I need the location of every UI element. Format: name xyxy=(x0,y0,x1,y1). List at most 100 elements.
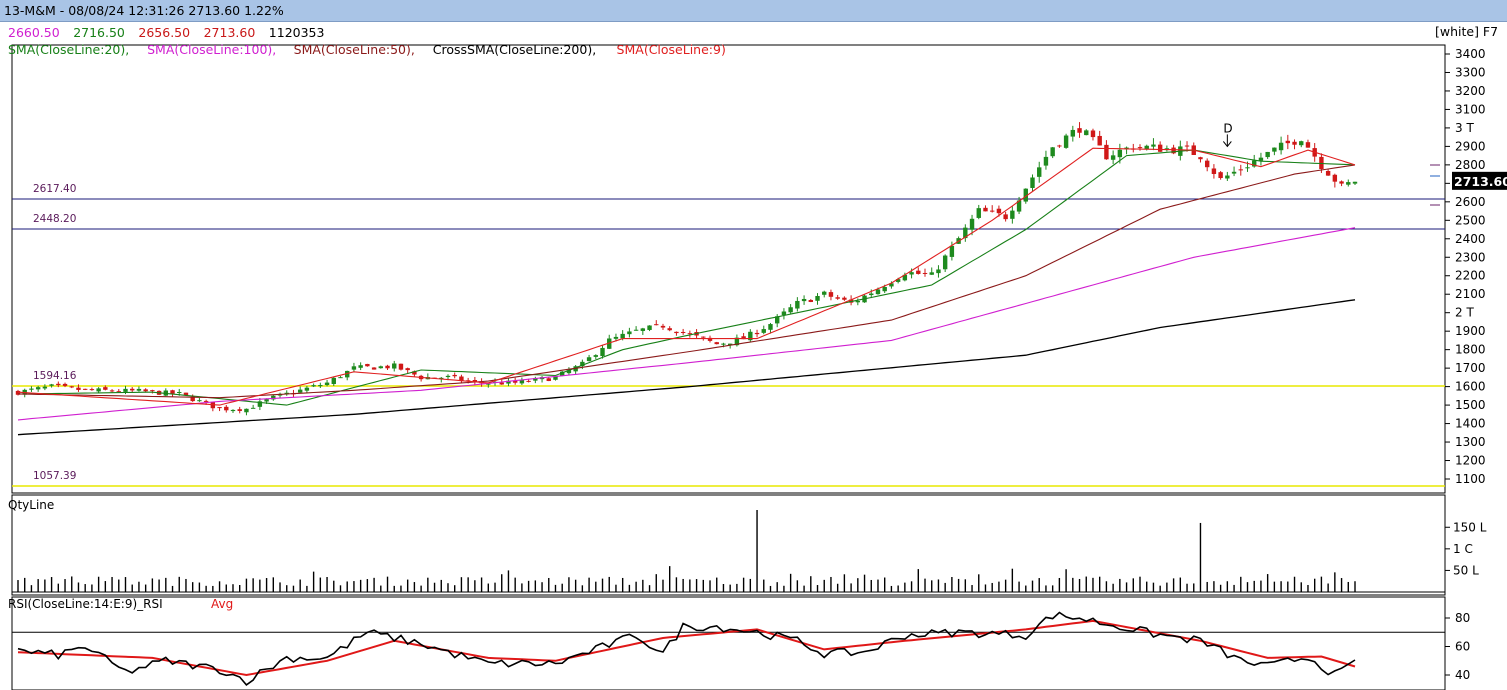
candle-body xyxy=(338,377,343,379)
candle-body xyxy=(1003,214,1008,220)
price-tick-label: 1100 xyxy=(1455,472,1486,486)
candle-body xyxy=(1097,135,1102,146)
candle-body xyxy=(654,324,659,326)
candle-body xyxy=(983,207,988,212)
candle-body xyxy=(1332,174,1338,182)
candle-body xyxy=(1070,129,1076,137)
candle-body xyxy=(1043,156,1049,166)
level-label-1594-16: 1594.16 xyxy=(33,370,77,382)
indicator-label-4: SMA(CloseLine:9) xyxy=(617,42,726,57)
rsi-tick-label: 60 xyxy=(1455,640,1470,654)
candle-body xyxy=(835,297,840,299)
candle-body xyxy=(701,336,706,338)
candle-body xyxy=(989,210,995,212)
candle-body xyxy=(936,269,941,274)
candle-body xyxy=(143,389,148,392)
candle-body xyxy=(378,366,384,369)
candle-body xyxy=(392,363,397,369)
candle-body xyxy=(1104,144,1109,160)
price-tick-label: 1200 xyxy=(1455,454,1486,468)
chart-title: 13-M&M - 08/08/24 12:31:26 2713.60 1.22% xyxy=(4,3,284,18)
candle-body xyxy=(942,255,948,270)
candle-body xyxy=(1057,145,1062,147)
candle-body xyxy=(318,385,323,387)
volume-tick-label: 1 C xyxy=(1453,542,1473,556)
candle-body xyxy=(687,333,693,335)
candle-body xyxy=(1305,142,1311,148)
candle-body xyxy=(647,325,652,330)
level-label-2617-40: 2617.40 xyxy=(33,183,76,195)
candle-body xyxy=(170,390,175,394)
price-tick-label: 2 T xyxy=(1455,306,1474,320)
candle-body xyxy=(69,386,74,388)
price-tick-label: 3400 xyxy=(1455,47,1486,61)
candle-body xyxy=(781,311,787,316)
candle-body xyxy=(398,363,404,370)
candle-body xyxy=(768,324,773,330)
price-tick-label: 2500 xyxy=(1455,213,1486,227)
candle-body xyxy=(365,363,370,367)
candle-body xyxy=(929,272,934,275)
candle-body xyxy=(203,400,209,402)
candle-body xyxy=(116,391,121,393)
candle-body xyxy=(150,390,155,392)
candle-body xyxy=(499,382,504,385)
candle-body xyxy=(244,408,249,413)
candle-body xyxy=(237,409,242,411)
candle-body xyxy=(1204,160,1210,168)
candle-body xyxy=(1157,144,1163,152)
stock-chart: 2617.40 2448.20 1594.16 1057.39 D 3400 3300 3… xyxy=(8,24,1507,690)
candle-body xyxy=(56,383,61,386)
ohlc-value-1: 2716.50 xyxy=(73,25,125,40)
candle-body xyxy=(1231,171,1237,174)
candle-body xyxy=(754,332,760,335)
candle-body xyxy=(331,377,336,385)
price-tick-label: 2600 xyxy=(1455,195,1486,209)
candle-body xyxy=(1050,147,1055,157)
candle-body xyxy=(909,272,914,275)
candle-body xyxy=(1198,157,1203,160)
candle-body xyxy=(1151,144,1156,147)
candle-body xyxy=(230,409,236,412)
candle-body xyxy=(949,245,955,257)
candle-body xyxy=(358,365,363,368)
candle-body xyxy=(795,300,800,309)
title-bar: 13-M&M - 08/08/24 12:31:26 2713.60 1.22% xyxy=(0,0,1507,22)
candle-body xyxy=(815,295,820,301)
volume-tick-label: 150 L xyxy=(1453,520,1487,534)
ohlc-value-0: 2660.50 xyxy=(8,25,60,40)
price-tick-label: 1300 xyxy=(1455,435,1486,449)
price-panel-frame xyxy=(11,44,1446,494)
candle-body xyxy=(1110,155,1116,160)
candle-body xyxy=(42,386,48,389)
candle-body xyxy=(89,389,95,391)
candle-body xyxy=(526,380,531,382)
candle-body xyxy=(304,387,310,391)
price-tick-label: 2900 xyxy=(1455,139,1486,153)
price-tick-label: 1400 xyxy=(1455,417,1486,431)
candle-body xyxy=(405,368,410,371)
candle-body xyxy=(49,384,54,386)
candle-body xyxy=(714,342,719,345)
price-tick-label: 2200 xyxy=(1455,269,1486,283)
candle-body xyxy=(452,374,457,377)
candle-body xyxy=(855,301,861,303)
theme-label: [white] F7 xyxy=(1435,24,1498,39)
candle-body xyxy=(1258,157,1264,161)
candle-body xyxy=(761,329,766,333)
candle-body xyxy=(1137,147,1143,149)
candle-body xyxy=(633,329,639,331)
level-label-1057-39: 1057.39 xyxy=(33,470,76,482)
candle-body xyxy=(882,286,887,292)
annotation-d: D xyxy=(1223,121,1232,135)
candle-body xyxy=(996,208,1002,214)
candle-body xyxy=(822,291,827,295)
candle-body xyxy=(674,331,679,334)
candle-body xyxy=(35,387,41,390)
candle-body xyxy=(1352,181,1358,184)
price-tick-label: 2100 xyxy=(1455,287,1486,301)
candle-body xyxy=(808,300,813,302)
candle-body xyxy=(1077,128,1082,133)
indicator-label-0: SMA(CloseLine:20), xyxy=(8,42,129,57)
rsi-tick-label: 40 xyxy=(1455,668,1470,682)
